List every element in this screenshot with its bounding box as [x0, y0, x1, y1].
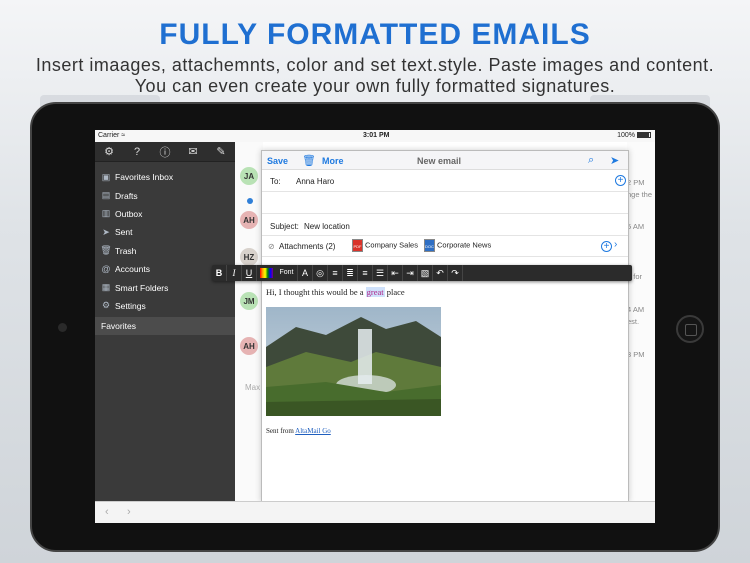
camera-dot: [58, 323, 67, 332]
signature-link[interactable]: AltaMail Go: [295, 427, 331, 435]
sidebar: ⚙ ? ⓘ ✉ ✎ ▣ Favorites Inbox ▤ Drafts ▥ Outb…: [95, 142, 235, 523]
add-attachment-icon[interactable]: +: [601, 241, 612, 252]
format-toolbar: B I U Font A ◎ ≡ ≣ ≡ ☰ ⇤ ⇥ ▧ ↶ ↷: [212, 265, 632, 281]
message-snippet: nge the: [627, 190, 653, 199]
compose-toolbar: Save 🗑 More New email ⌕ ➤: [262, 151, 628, 170]
paperclip-icon: ⊘: [268, 242, 275, 251]
gear-icon[interactable]: ⚙: [101, 145, 117, 158]
home-button[interactable]: [676, 315, 704, 343]
subject-field[interactable]: Subject: New location: [262, 214, 628, 236]
sidebar-item-outbox[interactable]: ▥ Outbox: [95, 205, 235, 223]
more-button[interactable]: More: [322, 156, 344, 166]
message-times-column: 2 PM nge the 5 AM d for 4 AM est. 3 PM: [627, 142, 655, 502]
save-button[interactable]: Save: [267, 156, 288, 166]
trash-icon: 🗑: [100, 245, 112, 256]
send-icon[interactable]: ➤: [610, 154, 619, 167]
attachment-company-sales[interactable]: PDF Company Sales: [352, 239, 418, 252]
carrier-label: Carrier ≈: [98, 132, 126, 139]
add-recipient-icon[interactable]: +: [615, 175, 626, 186]
status-bar: Carrier ≈ 3:01 PM 100%: [95, 130, 655, 142]
bullet-list-icon[interactable]: ☰: [373, 265, 388, 281]
italic-button[interactable]: I: [227, 265, 242, 281]
avatar[interactable]: JA: [240, 167, 258, 185]
compose-window: Save 🗑 More New email ⌕ ➤ To: Anna Haro …: [261, 150, 629, 502]
message-list: JA AH HZ JM AH: [235, 142, 263, 502]
sidebar-item-sent[interactable]: ➤ Sent: [95, 223, 235, 241]
unread-dot: [247, 198, 253, 204]
to-label: To:: [270, 177, 281, 186]
avatar[interactable]: AH: [240, 337, 258, 355]
subline: Insert imaages, attachemnts, color and s…: [35, 55, 715, 96]
selected-text[interactable]: great: [365, 287, 385, 297]
sidebar-item-favorites-inbox[interactable]: ▣ Favorites Inbox: [95, 168, 235, 186]
trash-icon[interactable]: 🗑: [302, 154, 316, 167]
undo-icon[interactable]: ↶: [433, 265, 448, 281]
inline-image-waterfall[interactable]: [266, 307, 441, 416]
bold-button[interactable]: B: [212, 265, 227, 281]
email-body-line[interactable]: Hi, I thought this would be a great plac…: [266, 287, 405, 297]
sidebar-favorites[interactable]: Favorites: [95, 317, 235, 335]
avatar[interactable]: AH: [240, 211, 258, 229]
message-time: 4 AM: [627, 305, 645, 314]
forward-icon[interactable]: ›: [127, 506, 131, 518]
info-icon[interactable]: ⓘ: [157, 144, 173, 160]
back-icon[interactable]: ‹: [105, 506, 109, 518]
wifi-icon: ≈: [121, 132, 126, 139]
subject-value[interactable]: New location: [304, 222, 350, 231]
pdf-file-icon: PDF: [352, 239, 363, 252]
gear-icon: ⚙: [101, 300, 111, 311]
ipad-screen: Carrier ≈ 3:01 PM 100% ⚙ ? ⓘ ✉ ✎ ▣ Favori…: [95, 130, 655, 523]
outbox-icon: ▥: [101, 208, 111, 219]
font-button[interactable]: Font: [276, 265, 298, 281]
sidebar-item-trash[interactable]: 🗑 Trash: [95, 242, 235, 260]
attachment-corporate-news[interactable]: DOC Corporate News: [424, 239, 491, 252]
message-snippet: est.: [627, 317, 640, 326]
mail-icon[interactable]: ✉: [185, 145, 201, 158]
sidebar-item-settings[interactable]: ⚙ Settings: [95, 297, 235, 315]
color-picker-icon[interactable]: [260, 268, 273, 278]
attachments-row: ⊘ Attachments (2) PDF Company Sales DOC Co…: [262, 236, 628, 257]
outdent-icon[interactable]: ⇤: [388, 265, 403, 281]
underline-button[interactable]: U: [242, 265, 257, 281]
headline: FULLY FORMATTED EMAILS: [159, 18, 591, 51]
cc-field[interactable]: [262, 192, 628, 214]
attachments-label[interactable]: Attachments (2): [279, 242, 335, 251]
at-icon: @: [101, 264, 111, 275]
subject-label: Subject:: [270, 222, 299, 231]
avatar[interactable]: HZ: [240, 248, 258, 266]
message-time: 2 PM: [627, 178, 645, 187]
align-left-icon[interactable]: ≡: [328, 265, 343, 281]
max-label: Max: [245, 383, 261, 392]
insert-image-icon[interactable]: ▧: [418, 265, 433, 281]
folder-icon: ▦: [101, 282, 111, 293]
compose-icon[interactable]: ✎: [213, 145, 229, 158]
clock: 3:01 PM: [363, 132, 390, 139]
signature: Sent from AltaMail Go: [266, 427, 331, 435]
align-center-icon[interactable]: ≣: [343, 265, 358, 281]
sidebar-item-smart-folders[interactable]: ▦ Smart Folders: [95, 278, 235, 296]
battery-icon: [637, 132, 651, 139]
font-size-icon[interactable]: A: [298, 265, 313, 281]
drafts-icon: ▤: [101, 190, 111, 201]
avatar[interactable]: JM: [240, 292, 258, 310]
indent-icon[interactable]: ⇥: [403, 265, 418, 281]
compose-title: New email: [417, 156, 462, 166]
to-field[interactable]: To: Anna Haro +: [262, 170, 628, 192]
align-right-icon[interactable]: ≡: [358, 265, 373, 281]
redo-icon[interactable]: ↷: [448, 265, 463, 281]
paperclip-icon[interactable]: ⌕: [588, 154, 594, 167]
bottom-nav-bar: ‹ ›: [95, 501, 655, 523]
message-time: 3 PM: [627, 350, 645, 359]
help-icon[interactable]: ?: [129, 146, 145, 158]
doc-file-icon: DOC: [424, 239, 435, 252]
battery-status: 100%: [617, 132, 651, 139]
sidebar-item-drafts[interactable]: ▤ Drafts: [95, 186, 235, 204]
message-time: 5 AM: [627, 222, 645, 231]
sent-icon: ➤: [102, 226, 110, 237]
globe-icon[interactable]: ◎: [313, 265, 328, 281]
chevron-right-icon[interactable]: ›: [614, 239, 617, 250]
sidebar-toolbar: ⚙ ? ⓘ ✉ ✎: [95, 142, 235, 162]
to-value[interactable]: Anna Haro: [296, 177, 334, 186]
inbox-icon: ▣: [101, 171, 111, 182]
